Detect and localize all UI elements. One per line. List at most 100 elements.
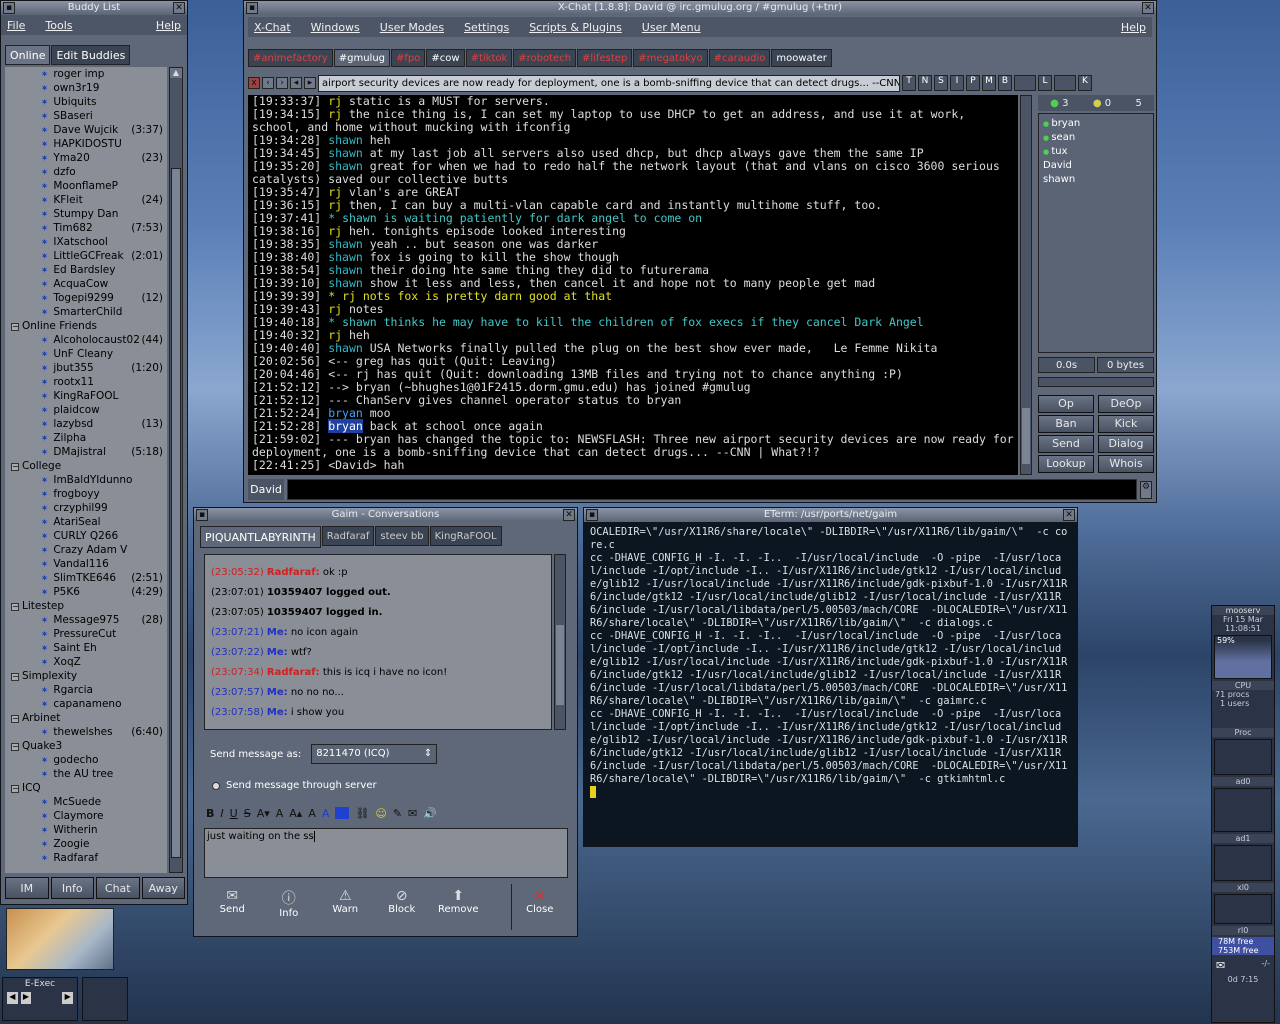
close-icon[interactable]: ✕ bbox=[173, 2, 185, 14]
user-list-item[interactable]: ● bryan bbox=[1043, 118, 1149, 132]
collapse-icon[interactable]: − bbox=[11, 785, 19, 793]
collapse-icon[interactable]: − bbox=[11, 715, 19, 723]
window-menu-icon[interactable]: ▪ bbox=[246, 2, 258, 14]
tab-edit-buddies[interactable]: Edit Buddies bbox=[51, 45, 131, 65]
buddy-item[interactable]: ✶ frogboyy bbox=[5, 487, 167, 501]
menu-xchat[interactable]: X-Chat bbox=[254, 21, 291, 34]
chat-input[interactable] bbox=[287, 479, 1137, 500]
buddy-item[interactable]: ✶ P5K6 (4:29) bbox=[5, 585, 167, 599]
through-server-radio[interactable] bbox=[212, 781, 220, 790]
topic-input[interactable] bbox=[318, 74, 900, 92]
sound-icon[interactable]: 🔊 bbox=[423, 807, 437, 820]
conv-tab-kingrafool[interactable]: KingRaFOOL bbox=[429, 526, 502, 546]
user-list-item[interactable]: shawn bbox=[1043, 174, 1149, 188]
mode-p-button[interactable]: P bbox=[966, 75, 980, 91]
whois-button[interactable]: Whois bbox=[1098, 455, 1154, 473]
eterm-titlebar[interactable]: ETerm: /usr/ports/net/gaim ▪ ✕ bbox=[584, 508, 1077, 522]
tab-megatokyo[interactable]: #megatokyo bbox=[633, 49, 708, 67]
mode-value-field[interactable] bbox=[1014, 75, 1036, 91]
tab-online[interactable]: Online bbox=[5, 45, 51, 65]
menu-file[interactable]: File bbox=[7, 19, 25, 32]
chat-nick[interactable]: shawn bbox=[328, 263, 363, 277]
mode-m-button[interactable]: M bbox=[982, 75, 996, 91]
chat-nick[interactable]: shawn bbox=[328, 341, 363, 355]
strike-icon[interactable]: S bbox=[244, 807, 251, 820]
buddy-item[interactable]: ✶ Vandal116 bbox=[5, 557, 167, 571]
buddy-item[interactable]: ✶ SmarterChild bbox=[5, 305, 167, 319]
buddy-item[interactable]: ✶ Message975 (28) bbox=[5, 613, 167, 627]
chat-nick[interactable]: * bbox=[328, 315, 335, 329]
user-list-item[interactable]: ● tux bbox=[1043, 146, 1149, 160]
block-button[interactable]: ⊘ Block bbox=[374, 884, 431, 930]
chat-nick[interactable]: rj bbox=[328, 198, 342, 212]
buddy-item[interactable]: ✶ HAPKIDOSTU bbox=[5, 137, 167, 151]
forward-icon[interactable]: ▶ bbox=[20, 992, 32, 1004]
chat-nick[interactable]: rj bbox=[328, 302, 342, 316]
chat-nick[interactable]: rj bbox=[328, 185, 342, 199]
bg-color-icon[interactable] bbox=[335, 807, 350, 819]
mode-value-field[interactable] bbox=[1054, 75, 1076, 91]
buddy-item[interactable]: ✶ UnF Cleany bbox=[5, 347, 167, 361]
buddy-item[interactable]: ✶ PressureCut bbox=[5, 627, 167, 641]
image-icon[interactable]: ✎ bbox=[393, 807, 402, 820]
buddy-item[interactable]: ✶ godecho bbox=[5, 753, 167, 767]
chat-nick[interactable]: rj bbox=[328, 107, 342, 121]
buddy-group[interactable]: − ICQ bbox=[5, 781, 167, 795]
chat-nick[interactable]: rj bbox=[328, 224, 342, 238]
chat-nick[interactable]: <-- bbox=[328, 354, 349, 368]
tab-tiktok[interactable]: #tiktok bbox=[465, 49, 513, 67]
send-button[interactable]: ✉ Send bbox=[204, 884, 261, 930]
tab-lifestep[interactable]: #lifestep bbox=[577, 49, 633, 67]
chat-scrollbar[interactable] bbox=[1020, 95, 1032, 475]
buddy-item[interactable]: ✶ Tim682 (7:53) bbox=[5, 221, 167, 235]
kick-button[interactable]: Kick bbox=[1098, 415, 1154, 433]
buddy-item[interactable]: ✶ rootx11 bbox=[5, 375, 167, 389]
tab-caraudio[interactable]: #caraudio bbox=[708, 49, 771, 67]
chat-nick[interactable]: --- bbox=[328, 432, 349, 446]
chat-nick[interactable]: bryan bbox=[328, 406, 363, 420]
buddy-item[interactable]: ✶ Rgarcia bbox=[5, 683, 167, 697]
buddy-item[interactable]: ✶ plaidcow bbox=[5, 403, 167, 417]
right-arrow-icon[interactable]: › bbox=[276, 77, 288, 89]
chat-nick[interactable]: bryan bbox=[328, 419, 363, 433]
ban-button[interactable]: Ban bbox=[1038, 415, 1094, 433]
menu-settings[interactable]: Settings bbox=[464, 21, 509, 34]
menu-help[interactable]: Help bbox=[156, 19, 181, 32]
buddy-item[interactable]: ✶ Stumpy Dan bbox=[5, 207, 167, 221]
conversation-scrollbar[interactable] bbox=[554, 554, 566, 730]
chat-button[interactable]: Chat bbox=[96, 877, 140, 899]
font-smaller-icon[interactable]: A▾ bbox=[257, 807, 270, 820]
collapse-icon[interactable]: − bbox=[11, 463, 19, 471]
buddy-item[interactable]: ✶ own3r19 bbox=[5, 81, 167, 95]
buddy-item[interactable]: ✶ KFleit (24) bbox=[5, 193, 167, 207]
chat-nick[interactable]: shawn bbox=[328, 237, 363, 251]
buddy-item[interactable]: ✶ Togepi9299 (12) bbox=[5, 291, 167, 305]
terminal-output[interactable]: OCALEDIR=\"/usr/X11R6/share/locale\" -DL… bbox=[586, 524, 1074, 844]
underline-icon[interactable]: U bbox=[230, 807, 238, 820]
deop-button[interactable]: DeOp bbox=[1098, 395, 1154, 413]
buddy-item[interactable]: ✶ the AU tree bbox=[5, 767, 167, 781]
buddy-item[interactable]: ✶ dzfo bbox=[5, 165, 167, 179]
buddy-group[interactable]: − College bbox=[5, 459, 167, 473]
buddy-item[interactable]: ✶ Alcoholocaust02 (44) bbox=[5, 333, 167, 347]
left-arrow-icon[interactable]: ‹ bbox=[262, 77, 274, 89]
account-select[interactable]: 8211470 (ICQ) ⇕ bbox=[311, 744, 438, 764]
user-list-item[interactable]: David bbox=[1043, 160, 1149, 174]
menu-scripts[interactable]: Scripts & Plugins bbox=[529, 21, 622, 34]
log-icon[interactable]: ✉ bbox=[408, 807, 417, 820]
buddy-item[interactable]: ✶ McSuede bbox=[5, 795, 167, 809]
tab-robotech[interactable]: #robotech bbox=[513, 49, 577, 67]
gaim-titlebar[interactable]: Gaim - Conversations ▪ ✕ bbox=[194, 508, 577, 522]
buddy-item[interactable]: ✶ DMajistral (5:18) bbox=[5, 445, 167, 459]
buddy-item[interactable]: ✶ Zilpha bbox=[5, 431, 167, 445]
buddy-item[interactable]: ✶ Yma20 (23) bbox=[5, 151, 167, 165]
buddy-item[interactable]: ✶ Radfaraf bbox=[5, 851, 167, 865]
window-menu-icon[interactable]: ▪ bbox=[3, 2, 15, 14]
im-button[interactable]: IM bbox=[5, 877, 49, 899]
tab-cow[interactable]: #cow bbox=[426, 49, 465, 67]
dialog-button[interactable]: Dialog bbox=[1098, 435, 1154, 453]
info-button[interactable]: ⓘ Info bbox=[261, 884, 318, 930]
conv-tab-piquantlabyrinth[interactable]: PIQUANTLABYRINTH bbox=[200, 526, 321, 548]
buddy-item[interactable]: ✶ LittleGCFreak (2:01) bbox=[5, 249, 167, 263]
buddy-group[interactable]: − Quake3 bbox=[5, 739, 167, 753]
